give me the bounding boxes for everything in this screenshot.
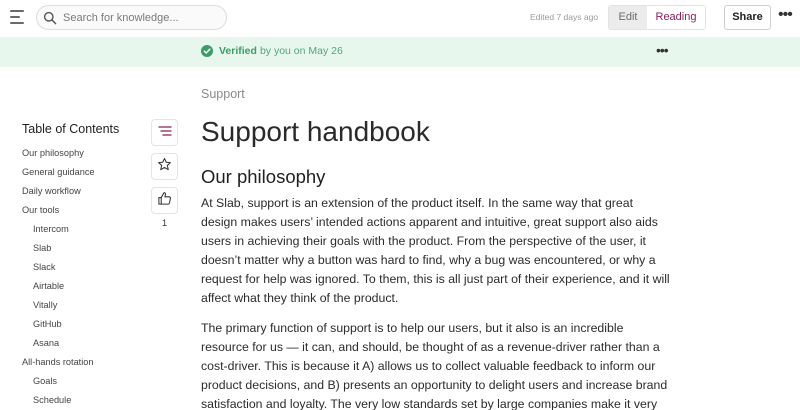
breadcrumb[interactable]: Support xyxy=(201,86,671,102)
toc-item[interactable]: All-hands rotation xyxy=(22,353,152,372)
edited-timestamp: Edited 7 days ago xyxy=(530,12,599,22)
share-button[interactable]: Share xyxy=(724,5,771,30)
paragraph: The primary function of support is to he… xyxy=(201,321,668,410)
toc-item[interactable]: GitHub xyxy=(22,315,152,334)
favorite-button[interactable] xyxy=(151,153,178,180)
toc-item[interactable]: Asana xyxy=(22,334,152,353)
table-of-contents: Table of Contents Our philosophy General … xyxy=(22,122,152,410)
toc-item[interactable]: Our tools xyxy=(22,201,152,220)
toc-item[interactable]: Slack xyxy=(22,258,152,277)
toc-item[interactable]: Goals xyxy=(22,372,152,391)
paragraph: At Slab, support is an extension of the … xyxy=(201,196,670,305)
verified-banner: Verified by you on May 26 xyxy=(0,37,800,67)
thumbs-up-icon xyxy=(157,191,172,211)
reading-mode-button[interactable]: Reading xyxy=(647,6,705,29)
verified-label: Verified xyxy=(219,45,257,57)
star-icon xyxy=(157,157,172,177)
toc-item[interactable]: Intercom xyxy=(22,220,152,239)
side-actions: 1 xyxy=(151,119,179,229)
toc-icon xyxy=(157,124,172,142)
search-input[interactable] xyxy=(63,11,213,24)
like-button[interactable] xyxy=(151,187,178,214)
toc-item[interactable]: General guidance xyxy=(22,163,152,182)
toc-toggle-button[interactable] xyxy=(151,119,178,146)
verified-status: Verified by you on May 26 xyxy=(201,45,343,57)
toc-title: Table of Contents xyxy=(22,122,120,136)
top-bar: Edited 7 days ago Edit Reading Share ••• xyxy=(0,0,800,37)
like-count: 1 xyxy=(161,218,168,229)
toc-item[interactable]: Our philosophy xyxy=(22,144,152,163)
menu-icon[interactable] xyxy=(10,10,26,26)
verified-detail: by you on May 26 xyxy=(259,45,343,57)
section-heading: Our philosophy xyxy=(201,166,326,187)
search-icon xyxy=(43,11,57,25)
toc-item[interactable]: Airtable xyxy=(22,277,152,296)
toc-item[interactable]: Slab xyxy=(22,239,152,258)
toc-item[interactable]: Schedule xyxy=(22,391,152,410)
mode-toggle: Edit Reading xyxy=(608,5,706,30)
search-box[interactable] xyxy=(36,5,227,30)
more-options-button[interactable]: ••• xyxy=(778,7,796,26)
toc-item[interactable]: Vitally xyxy=(22,296,152,315)
check-circle-icon xyxy=(201,45,213,57)
edit-mode-button[interactable]: Edit xyxy=(609,6,647,29)
page-title: Support handbook xyxy=(201,116,430,147)
verified-more-button[interactable]: ••• xyxy=(656,43,669,57)
toc-list: Our philosophy General guidance Daily work… xyxy=(22,144,152,410)
document-body: Support Support handbook Our philosophy … xyxy=(201,86,671,410)
toc-item[interactable]: Daily workflow xyxy=(22,182,152,201)
